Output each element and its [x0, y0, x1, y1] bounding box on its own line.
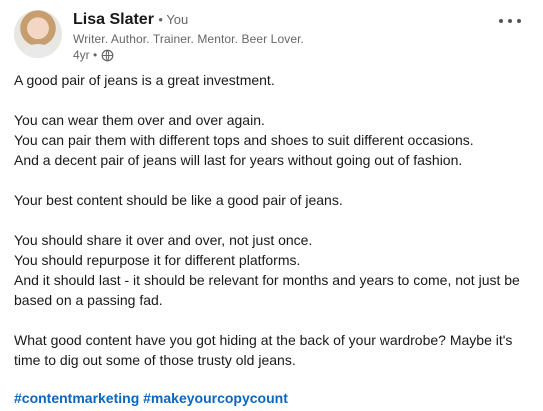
post-text-line: You can pair them with different tops an… — [14, 132, 474, 148]
post-text-line: You can wear them over and over again. — [14, 112, 265, 128]
author-headline: Writer. Author. Trainer. Mentor. Beer Lo… — [73, 32, 304, 46]
more-options-button[interactable] — [499, 12, 521, 30]
globe-icon — [101, 49, 114, 61]
hashtags: #contentmarketing #makeyourcopycount — [14, 390, 288, 406]
more-dot-icon — [499, 19, 503, 23]
post-text-line: And a decent pair of jeans will last for… — [14, 152, 463, 168]
post-text-line: What good content have you got hiding at… — [14, 332, 513, 348]
author-name-line: Lisa Slater • You — [73, 11, 188, 29]
more-dot-icon — [517, 19, 521, 23]
author-relation: • You — [158, 12, 189, 27]
post-timestamp: 4yr • — [73, 48, 98, 62]
post-text-line: And it should last - it should be releva… — [14, 272, 520, 288]
post-body: A good pair of jeans is a great investme… — [14, 70, 529, 370]
avatar-shoulders — [22, 44, 54, 58]
post-text-line: A good pair of jeans is a great investme… — [14, 72, 275, 88]
post-text-line: You should share it over and over, not j… — [14, 232, 313, 248]
post-meta: 4yr • — [73, 48, 114, 62]
feed-post: Lisa Slater • You Writer. Author. Traine… — [0, 0, 543, 411]
hashtag-link[interactable]: #contentmarketing — [14, 390, 139, 406]
post-text-line: You should repurpose it for different pl… — [14, 252, 301, 268]
post-text-line: Your best content should be like a good … — [14, 192, 343, 208]
post-header: Lisa Slater • You Writer. Author. Traine… — [14, 10, 529, 66]
post-text-line: based on a passing fad. — [14, 292, 163, 308]
author-name[interactable]: Lisa Slater — [73, 11, 154, 28]
hashtag-link[interactable]: #makeyourcopycount — [143, 390, 288, 406]
more-dot-icon — [508, 19, 512, 23]
avatar[interactable] — [14, 10, 62, 58]
post-text-line: time to dig out some of those trusty old… — [14, 352, 296, 368]
